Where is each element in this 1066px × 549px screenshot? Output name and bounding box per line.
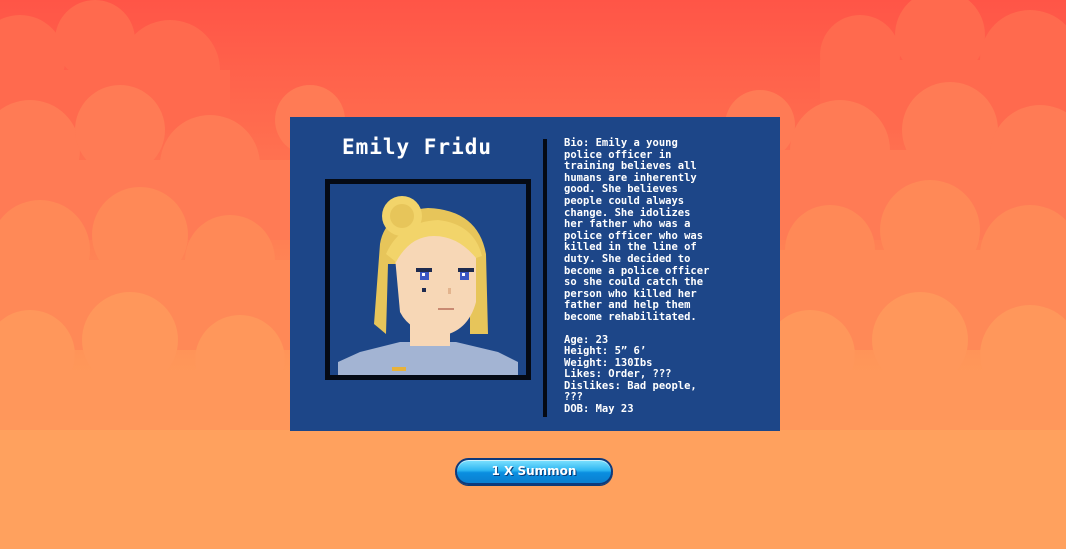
character-name: Emily Fridu bbox=[341, 135, 493, 159]
character-info: Bio: Emily a young police officer in tra… bbox=[564, 137, 770, 416]
card-divider bbox=[543, 139, 547, 417]
character-bio: Bio: Emily a young police officer in tra… bbox=[564, 137, 710, 323]
character-card: Emily Fridu Bio: Emily a young police of… bbox=[290, 117, 780, 431]
character-portrait bbox=[325, 179, 531, 380]
stat-dob: DOB: May 23 bbox=[564, 403, 634, 416]
portrait-image bbox=[330, 184, 526, 375]
summon-button[interactable]: 1 X Summon bbox=[455, 458, 613, 485]
character-stats: Age: 23 Height: 5” 6’ Weight: 130Ibs Lik… bbox=[564, 334, 770, 416]
stat-dislikes: Dislikes: Bad people, ??? bbox=[564, 379, 697, 404]
stat-height: Height: 5” 6’ bbox=[564, 345, 647, 358]
